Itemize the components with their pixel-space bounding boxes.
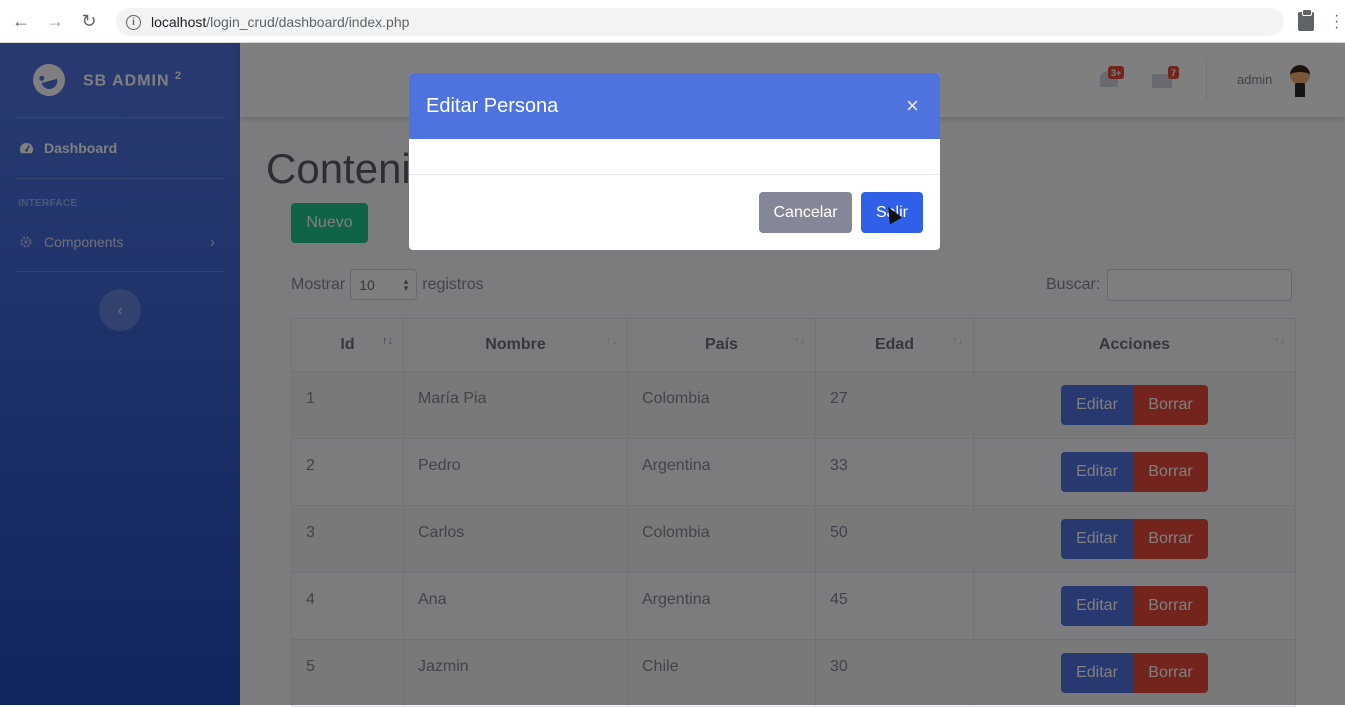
address-bar[interactable]: i localhost/login_crud/dashboard/index.p… <box>116 8 1284 36</box>
modal-footer: Cancelar Salir <box>409 175 940 250</box>
browser-toolbar: ← → ↻ i localhost/login_crud/dashboard/i… <box>0 0 1345 43</box>
url-host: localhost <box>151 14 207 30</box>
reload-icon[interactable]: ↻ <box>76 8 102 34</box>
clipboard-icon[interactable] <box>1298 9 1314 31</box>
browser-menu-icon[interactable]: · · · <box>1334 8 1339 36</box>
close-icon[interactable]: × <box>906 93 919 119</box>
info-icon[interactable]: i <box>126 14 141 30</box>
cancel-button[interactable]: Cancelar <box>759 192 852 233</box>
modal-header: Editar Persona <box>409 73 940 139</box>
back-icon[interactable]: ← <box>8 8 34 34</box>
edit-person-modal: Editar Persona × Cancelar Salir <box>409 73 940 250</box>
modal-title: Editar Persona <box>426 94 559 117</box>
modal-body <box>409 139 940 175</box>
url-path: /login_crud/dashboard/index.php <box>206 14 410 30</box>
forward-icon[interactable]: → <box>42 8 68 34</box>
